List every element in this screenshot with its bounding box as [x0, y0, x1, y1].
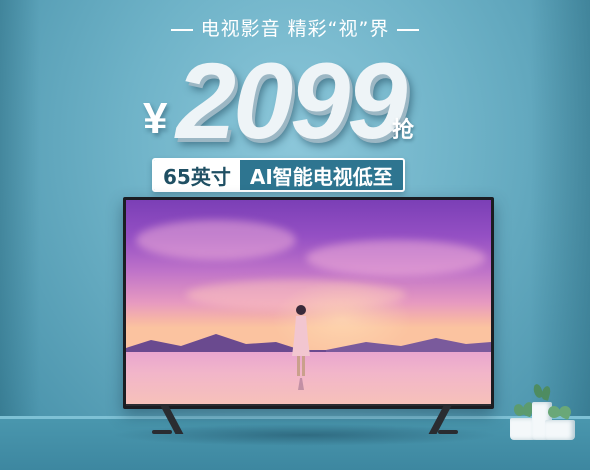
screen-cloud [306, 240, 486, 276]
headline-rule-right [397, 28, 420, 31]
headline-text: 电视影音 精彩“视”界 [200, 18, 390, 40]
promo-banner: 电视影音 精彩“视”界 ¥ 2099 抢 65英寸 AI智能电视低至 [0, 0, 590, 470]
plant-pot [545, 420, 575, 440]
tv-screen [126, 200, 491, 406]
tv-foot-left [152, 430, 172, 434]
screen-cloud [136, 220, 296, 260]
tv-bezel-bottom [126, 404, 491, 406]
price-block: ¥ 2099 抢 [140, 40, 460, 161]
size-badge: 65英寸 [154, 160, 240, 190]
spec-badges: 65英寸 AI智能电视低至 [152, 158, 405, 192]
price-suffix: 抢 [392, 118, 415, 143]
feature-badge: AI智能电视低至 [239, 160, 403, 190]
tv-floor-shadow [110, 424, 500, 446]
price-amount: 2099 [176, 40, 407, 161]
plant-leaf [557, 404, 573, 420]
television-icon [123, 197, 494, 409]
floor-edge [0, 416, 590, 419]
currency-symbol: ¥ [143, 94, 168, 143]
headline-rule-left [170, 28, 193, 31]
headline: 电视影音 精彩“视”界 [0, 14, 590, 41]
tv-foot-right [438, 430, 458, 434]
screen-person-silhouette [292, 305, 310, 390]
succulent-plant-icon [545, 404, 575, 440]
plant-leaf [540, 385, 552, 401]
wall-shadow-left [0, 0, 40, 470]
